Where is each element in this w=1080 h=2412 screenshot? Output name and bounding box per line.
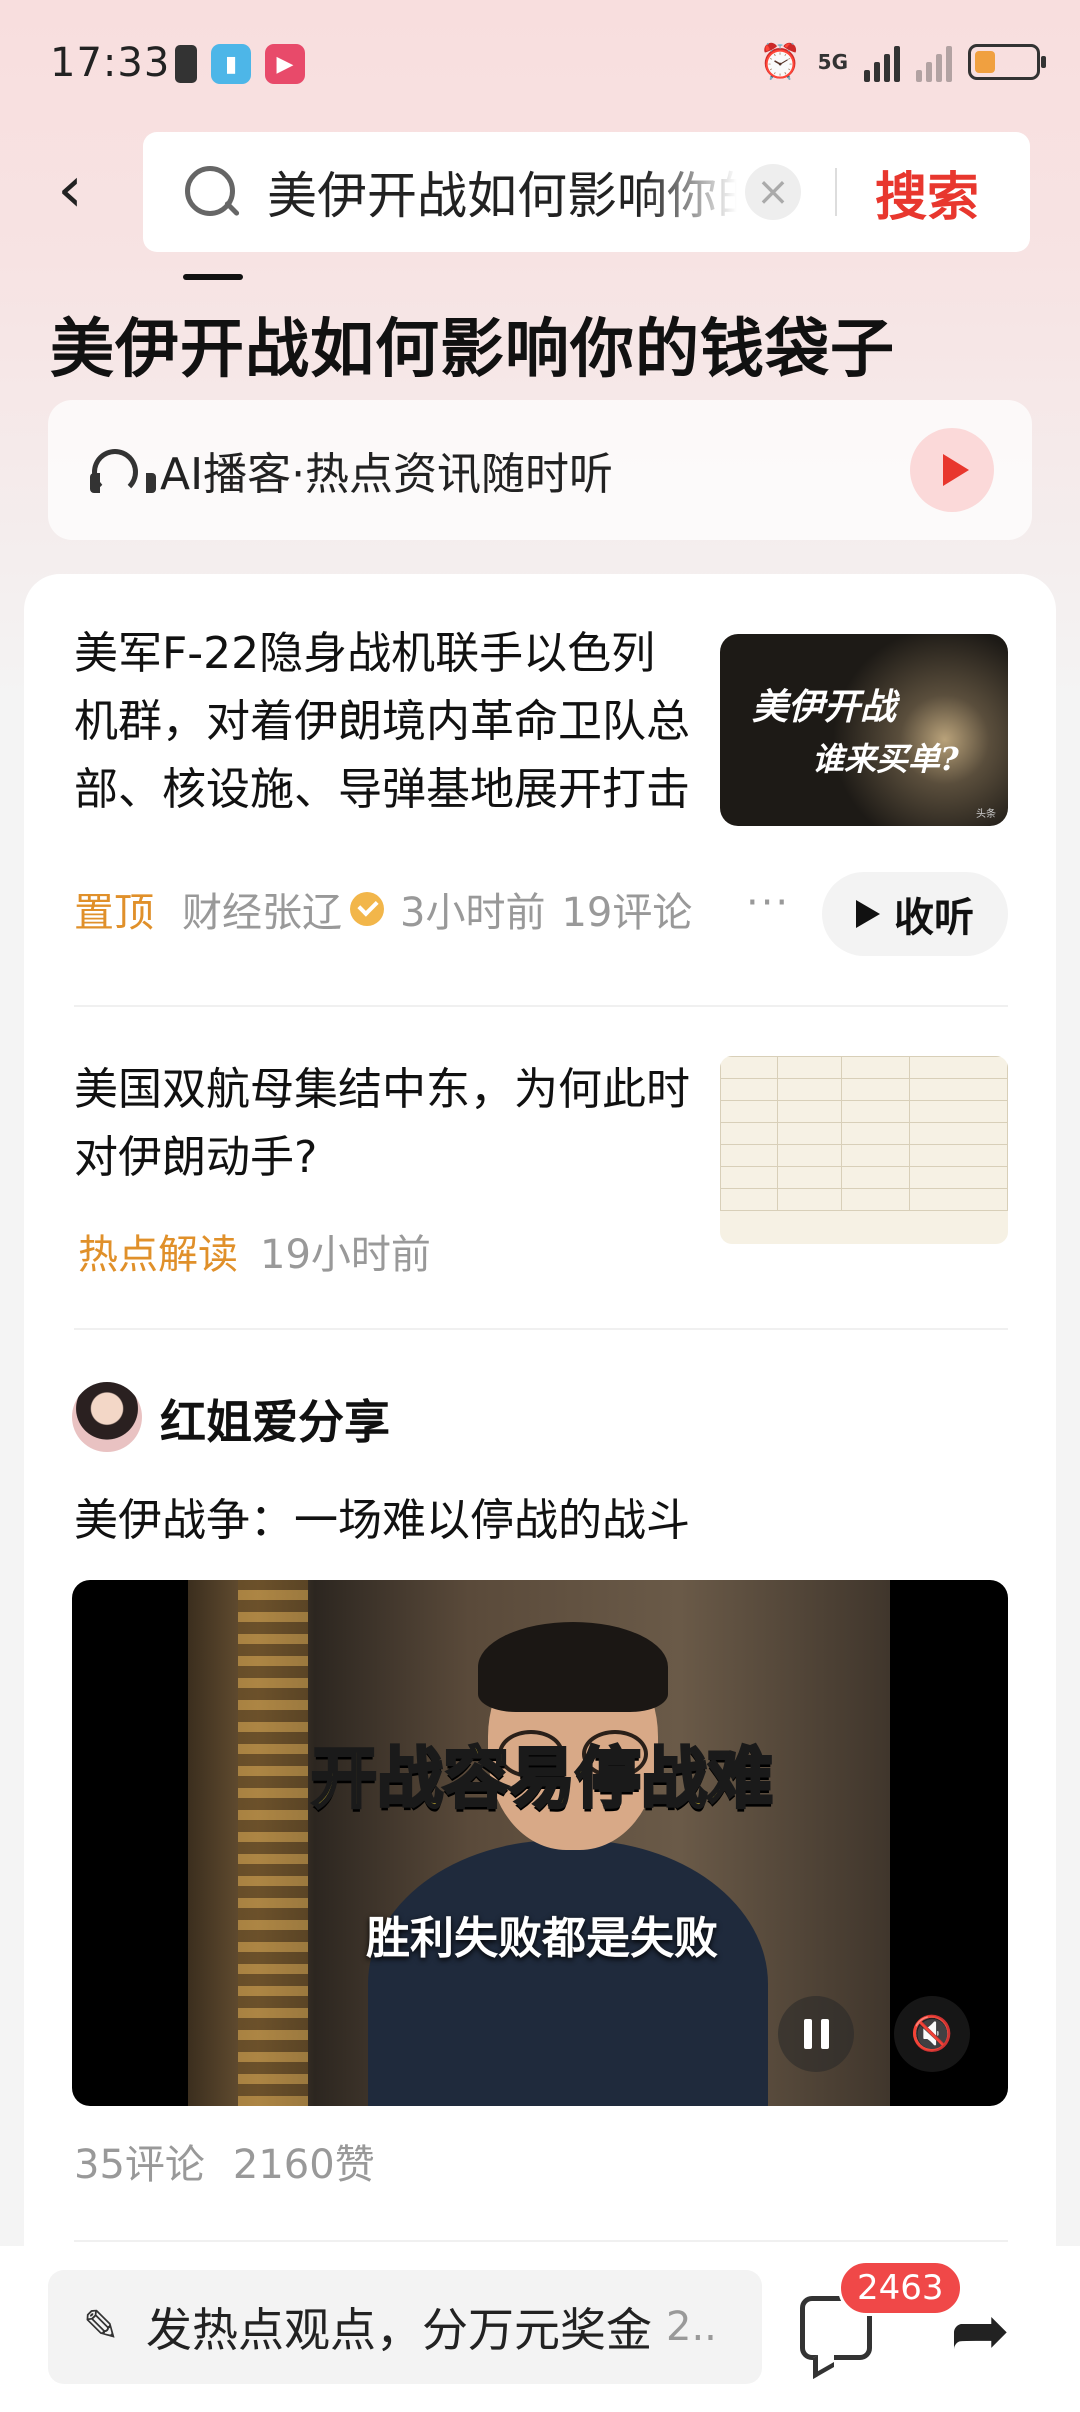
post-like-count: 2160赞 xyxy=(232,2142,375,2188)
divider xyxy=(74,1328,1008,1330)
search-icon xyxy=(183,164,239,220)
search-divider xyxy=(835,168,837,216)
thumbnail-text: 美伊开战 xyxy=(752,686,897,728)
pause-button[interactable] xyxy=(778,1996,854,2072)
divider xyxy=(74,1005,1008,1007)
book-app-icon: ▮ xyxy=(211,44,251,84)
search-bar[interactable]: 美伊开战如何影响你的钱袋子 × 搜索 xyxy=(143,132,1030,252)
news-meta: 热点解读 19小时前 xyxy=(78,1222,431,1280)
mute-button[interactable]: 🔇 xyxy=(894,1996,970,2072)
video-background-lattice xyxy=(238,1580,308,2106)
page-title: 美伊开战如何影响你的钱袋子 xyxy=(50,313,895,387)
video-speaker xyxy=(368,1610,768,2106)
post-comment-count: 35评论 xyxy=(74,2142,205,2188)
news-comment-count: 19评论 xyxy=(561,890,693,936)
share-icon[interactable]: ➦ xyxy=(940,2290,1020,2370)
podcast-play-button[interactable] xyxy=(910,428,994,512)
signal-strength-sim2-icon xyxy=(916,42,952,82)
news-title[interactable]: 美军F-22隐身战机联手以色列机群，对着伊朗境内革命卫队总部、核设施、导弹基地展… xyxy=(74,620,694,824)
news-author[interactable]: 财经张辽 xyxy=(182,880,342,938)
listen-button[interactable]: 收听 xyxy=(822,872,1008,956)
speaker-muted-icon: 🔇 xyxy=(910,2014,954,2054)
status-notification-icons: ▮ ▶ xyxy=(175,44,305,84)
battery-icon xyxy=(968,44,1046,80)
chevron-left-icon: ‹ xyxy=(57,153,83,227)
thumbnail-table-graphic xyxy=(720,1056,1008,1211)
status-system-icons: ⏰ 5G xyxy=(759,42,1046,82)
listen-label: 收听 xyxy=(894,895,974,941)
network-type: 5G xyxy=(817,50,848,74)
status-time: 17:33 xyxy=(50,40,171,86)
video-player[interactable]: 开战容易停战难 胜利失败都是失败 🔇 xyxy=(72,1580,1008,2106)
close-icon: × xyxy=(756,169,790,215)
comment-input[interactable]: ✎ 发热点观点，分万元奖金 2.. xyxy=(48,2270,762,2384)
verified-badge-icon xyxy=(350,892,384,926)
news-thumbnail[interactable]: 美伊开战 谁来买单? 头条 xyxy=(720,634,1008,826)
divider xyxy=(74,2240,1008,2242)
comment-placeholder: 发热点观点，分万元奖金 xyxy=(146,2303,652,2357)
video-app-icon: ▶ xyxy=(265,44,305,84)
alarm-icon: ⏰ xyxy=(759,42,802,82)
video-caption-sub: 胜利失败都是失败 xyxy=(366,1913,718,1964)
post-title[interactable]: 美伊战争：一场难以停战的战斗 xyxy=(74,1484,690,1548)
back-button[interactable]: ‹ xyxy=(40,150,100,230)
post-stats: 35评论 2160赞 xyxy=(74,2132,375,2190)
thumbnail-source: 头条 xyxy=(976,809,996,820)
news-title[interactable]: 美国双航母集结中东，为何此时对伊朗动手? xyxy=(74,1056,694,1192)
headphone-icon xyxy=(88,445,156,495)
battery-saver-icon xyxy=(175,45,197,83)
news-time: 3小时前 xyxy=(400,890,546,936)
comment-inline-count: 2.. xyxy=(666,2304,717,2350)
more-options-icon[interactable]: ··· xyxy=(746,880,790,926)
video-caption-main: 开战容易停战难 xyxy=(310,1739,775,1819)
search-input[interactable]: 美伊开战如何影响你的钱袋子 xyxy=(267,156,737,228)
post-author[interactable]: 红姐爱分享 xyxy=(160,1386,390,1452)
news-thumbnail[interactable] xyxy=(720,1056,1008,1244)
ai-podcast-bar[interactable]: AI播客·热点资讯随时听 xyxy=(48,400,1032,540)
thumbnail-text: 谁来买单? xyxy=(812,740,959,778)
pinned-tag: 置顶 xyxy=(74,890,154,936)
play-icon xyxy=(856,900,880,928)
hot-topic-tag: 热点解读 xyxy=(78,1232,238,1278)
pen-icon: ✎ xyxy=(82,2301,120,2352)
news-time: 19小时前 xyxy=(260,1232,431,1278)
news-meta: 置顶 财经张辽 3小时前 19评论 xyxy=(74,880,692,938)
search-button[interactable]: 搜索 xyxy=(875,155,979,230)
avatar[interactable] xyxy=(72,1382,142,1452)
podcast-label: AI播客·热点资讯随时听 xyxy=(160,449,614,500)
clear-search-button[interactable]: × xyxy=(745,164,801,220)
signal-strength-icon xyxy=(864,42,900,82)
tab-indicator xyxy=(183,274,243,280)
battery-level xyxy=(975,51,995,73)
